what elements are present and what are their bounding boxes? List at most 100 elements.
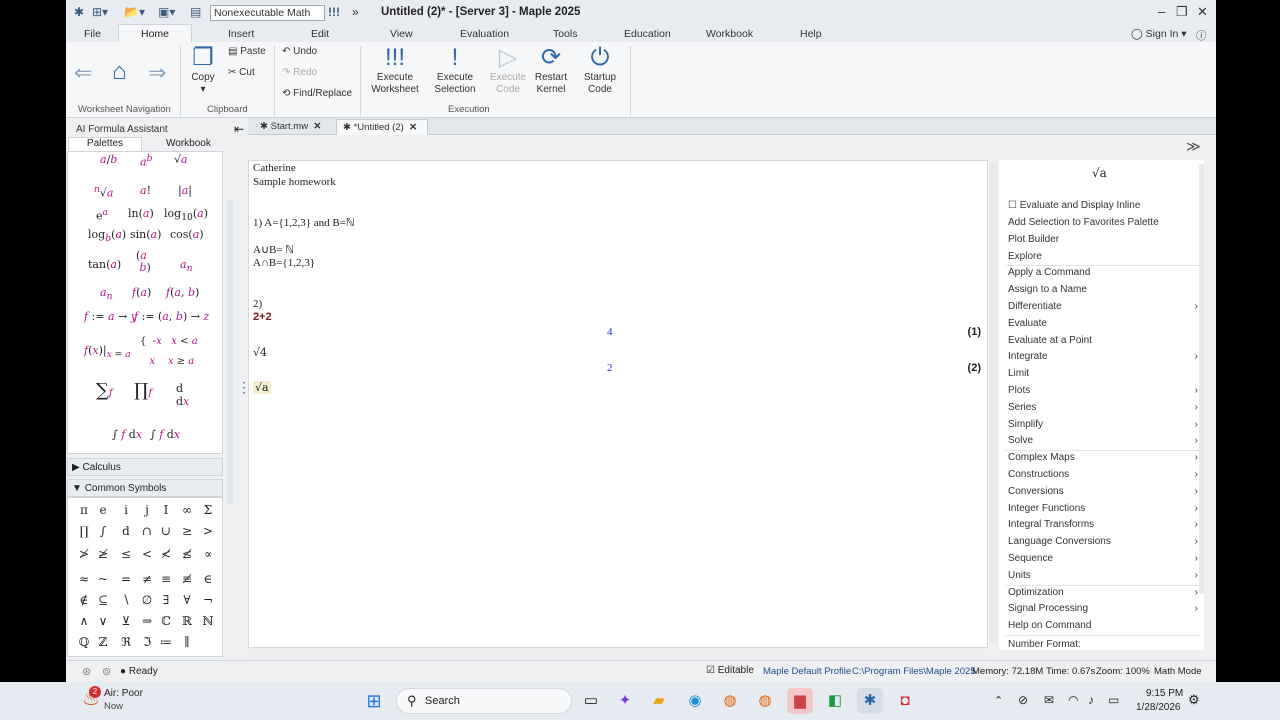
text-line[interactable]: A∩B={1,2,3}	[253, 257, 315, 269]
menu-help[interactable]: Help	[800, 28, 822, 40]
menu-edit[interactable]: Edit	[311, 28, 329, 40]
math-input[interactable]: 2+2	[253, 311, 272, 323]
palette-sqrt[interactable]: √a	[174, 153, 188, 166]
palette-ln[interactable]: ln(a)	[128, 207, 154, 220]
palette-scrollbar[interactable]	[227, 200, 233, 505]
palette-binomial[interactable]: (a b)	[136, 250, 151, 274]
symbol-item[interactable]: d	[117, 524, 135, 538]
symbol-item[interactable]: ≱	[94, 547, 112, 561]
symbol-item[interactable]: ≤	[117, 547, 135, 561]
text-line[interactable]: 1) A={1,2,3} and B=ℕ	[253, 216, 355, 229]
text-line[interactable]: 2)	[253, 298, 262, 310]
context-scrollbar[interactable]	[1199, 164, 1204, 594]
battery-icon[interactable]: ▭	[1108, 693, 1119, 707]
copy-button[interactable]: ❐ Copy ▾	[186, 44, 220, 96]
symbol-item[interactable]: ℝ	[178, 614, 196, 628]
symbol-item[interactable]: ≡	[157, 572, 175, 586]
worksheet-hscrollbar[interactable]	[248, 650, 988, 658]
symbol-item[interactable]: I	[157, 503, 175, 517]
symbol-item[interactable]: ≥	[178, 524, 196, 538]
wifi-icon[interactable]: ◠	[1068, 693, 1078, 707]
symbol-item[interactable]: ∏	[75, 524, 93, 538]
input-mode-select[interactable]: Nonexecutable Math	[210, 5, 325, 21]
new-tab-icon[interactable]: ▤	[190, 5, 201, 21]
symbol-item[interactable]: ≢	[178, 572, 196, 586]
start-icon[interactable]: ⊞	[361, 688, 387, 714]
context-menu-item[interactable]: Evaluate	[1008, 318, 1198, 329]
palette-abs[interactable]: |a|	[178, 184, 192, 197]
expand-context-panel-icon[interactable]: ≫	[1186, 138, 1201, 155]
context-menu-item[interactable]: Signal Processing ›	[1008, 603, 1198, 614]
firefox-icon[interactable]: ◍	[717, 688, 743, 714]
context-menu-item[interactable]: Solve ›	[1008, 435, 1198, 446]
context-menu-item[interactable]: Explore	[1008, 251, 1198, 262]
palette-power[interactable]: ab	[140, 153, 152, 169]
context-menu-item[interactable]: Number Format:	[1008, 639, 1198, 650]
symbol-item[interactable]: ~	[94, 572, 112, 586]
palette-cos[interactable]: cos(a)	[170, 228, 204, 241]
tray-icon[interactable]: ✉	[1044, 693, 1054, 707]
open-folder-icon[interactable]: 📂▾	[124, 5, 145, 21]
tray-icon[interactable]: ⊘	[1018, 693, 1028, 707]
equation-label[interactable]: (2)	[968, 362, 981, 374]
context-menu-item[interactable]: Evaluate at a Point	[1008, 335, 1198, 346]
menu-view[interactable]: View	[390, 28, 413, 40]
menu-home[interactable]: Home	[118, 24, 192, 42]
context-menu-item[interactable]: Simplify ›	[1008, 419, 1198, 430]
palette-factorial[interactable]: a!	[140, 184, 151, 197]
copilot-icon[interactable]: ✦	[612, 688, 638, 714]
home-icon[interactable]: ⌂	[112, 58, 127, 86]
context-menu-item[interactable]: Optimization ›	[1008, 587, 1198, 598]
restart-kernel-button[interactable]: ⟳ Restart Kernel	[530, 44, 572, 96]
palette-tan[interactable]: tan(a)	[88, 258, 121, 271]
tab-palettes[interactable]: Palettes	[68, 137, 142, 151]
editable-checkbox[interactable]: ☑ Editable	[706, 665, 754, 676]
context-menu-item[interactable]: Units ›	[1008, 570, 1198, 581]
palette-subscript[interactable]: an	[180, 258, 192, 274]
execute-worksheet-button[interactable]: !!! Execute Worksheet	[366, 44, 424, 96]
startup-code-button[interactable]: ⏻ Startup Code	[578, 44, 622, 96]
symbol-item[interactable]: ∪	[157, 524, 175, 538]
tab-start-mw[interactable]: ✱ Start.mw ✕	[254, 119, 330, 135]
minimize-icon[interactable]: –	[1158, 4, 1165, 19]
symbol-item[interactable]: ⊻	[117, 614, 135, 628]
back-arrow-icon[interactable]: ⇐	[74, 60, 92, 86]
context-menu-item[interactable]: Conversions ›	[1008, 486, 1198, 497]
symbol-item[interactable]: ℜ	[117, 635, 135, 649]
close-icon[interactable]: ✕	[1197, 4, 1208, 20]
cut-button[interactable]: ✂ Cut	[228, 67, 255, 78]
close-tab-icon[interactable]: ✕	[409, 122, 417, 133]
help-icon[interactable]: ⓘ	[1196, 28, 1207, 43]
ai-formula-assistant[interactable]: AI Formula Assistant	[76, 124, 168, 135]
sign-in-link[interactable]: ◯ Sign In ▾	[1131, 28, 1187, 40]
evaluate-inline-checkbox[interactable]: ☐ Evaluate and Display Inline	[1008, 200, 1198, 211]
drag-handle-icon[interactable]: ⋮	[237, 379, 251, 396]
symbol-item[interactable]: π	[75, 503, 93, 517]
context-menu-item[interactable]: Complex Maps ›	[1008, 452, 1198, 463]
palette-product[interactable]: ∏f	[134, 380, 152, 401]
palette-sin[interactable]: sin(a)	[130, 228, 161, 241]
text-line[interactable]: Catherine	[253, 162, 296, 174]
symbol-item[interactable]: ∀	[178, 593, 196, 607]
symbol-item[interactable]: ∥	[178, 635, 196, 649]
math-input[interactable]: √4	[253, 346, 267, 359]
collapse-panel-icon[interactable]: ⇤	[234, 122, 244, 136]
context-menu-item[interactable]: Integrate ›	[1008, 351, 1198, 362]
palette-eval-at[interactable]: f(x)|x = a	[84, 344, 131, 360]
weather-text[interactable]: Air: Poor	[104, 688, 143, 699]
symbol-item[interactable]: ¬	[199, 593, 217, 607]
undo-button[interactable]: ↶ Undo	[282, 46, 317, 57]
redo-button[interactable]: ↷ Redo	[282, 67, 317, 78]
symbol-item[interactable]: ∞	[178, 503, 196, 517]
tray-chevron-icon[interactable]: ⌃	[994, 694, 1003, 707]
clock-time[interactable]: 9:15 PM	[1146, 688, 1183, 699]
context-menu-item[interactable]: Language Conversions ›	[1008, 536, 1198, 547]
equation-label[interactable]: (1)	[968, 326, 981, 338]
task-view-icon[interactable]: ▭	[578, 688, 604, 714]
palette-integral[interactable]: ∫ f dx	[112, 428, 142, 441]
symbol-item[interactable]: ⊆	[94, 593, 112, 607]
symbol-item[interactable]: ℚ	[75, 635, 93, 649]
context-menu-item[interactable]: Plot Builder	[1008, 234, 1198, 245]
symbol-item[interactable]: ∝	[199, 547, 217, 561]
calculus-palette-header[interactable]: ▶ Calculus	[67, 458, 223, 476]
